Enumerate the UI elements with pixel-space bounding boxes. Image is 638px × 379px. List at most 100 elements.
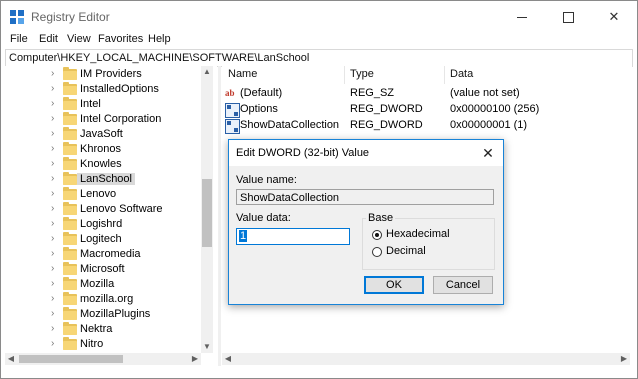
folder-icon xyxy=(63,142,77,155)
folder-icon xyxy=(63,82,77,95)
decimal-label[interactable]: Decimal xyxy=(386,245,426,257)
chevron-right-icon[interactable]: › xyxy=(51,203,61,215)
tree-item[interactable]: › InstalledOptions xyxy=(5,82,205,97)
tree-item-label: Intel xyxy=(80,98,101,110)
menu-file[interactable]: File xyxy=(10,33,28,45)
tree-item[interactable]: › MozillaPlugins xyxy=(5,307,205,322)
value-data: 0x00000100 (256) xyxy=(450,103,540,115)
dialog-close-button[interactable]: ✕ xyxy=(473,140,503,166)
tree-item-label: Khronos xyxy=(80,143,121,155)
folder-icon xyxy=(63,337,77,350)
tree-item-label: Nitro xyxy=(80,338,104,350)
chevron-right-icon[interactable]: › xyxy=(51,308,61,320)
key-tree[interactable]: › IM Providers › InstalledOptions › Intel › Int… xyxy=(5,66,217,366)
tree-item-label: InstalledOptions xyxy=(80,83,159,95)
chevron-right-icon[interactable]: › xyxy=(51,68,61,80)
ok-button[interactable]: OK xyxy=(364,276,424,294)
chevron-right-icon[interactable]: › xyxy=(51,338,61,350)
chevron-right-icon[interactable]: › xyxy=(51,143,61,155)
column-header-data[interactable]: Data xyxy=(450,68,473,80)
menu-favorites[interactable]: Favorites xyxy=(98,33,143,45)
value-name: Options xyxy=(240,103,278,115)
cancel-button[interactable]: Cancel xyxy=(433,276,493,294)
tree-item-label: LanSchool xyxy=(77,173,135,185)
registry-editor-icon xyxy=(10,10,24,24)
chevron-right-icon[interactable]: › xyxy=(51,158,61,170)
close-button[interactable]: ✕ xyxy=(591,1,637,33)
base-label: Base xyxy=(366,212,396,224)
tree-item[interactable]: › Logishrd xyxy=(5,217,205,232)
binary-value-icon xyxy=(225,103,240,118)
chevron-right-icon[interactable]: › xyxy=(51,218,61,230)
menu-help[interactable]: Help xyxy=(148,33,171,45)
chevron-right-icon[interactable]: › xyxy=(51,323,61,335)
scroll-up-icon[interactable]: ▲ xyxy=(201,66,213,78)
value-type: REG_DWORD xyxy=(350,119,423,131)
tree-vertical-scrollbar[interactable]: ▲ ▼ xyxy=(201,66,213,353)
chevron-right-icon[interactable]: › xyxy=(51,173,61,185)
tree-item[interactable]: › mozilla.org xyxy=(5,292,205,307)
menu-view[interactable]: View xyxy=(67,33,91,45)
chevron-right-icon[interactable]: › xyxy=(51,128,61,140)
scroll-left-icon[interactable]: ◀ xyxy=(222,353,234,365)
values-horizontal-scrollbar[interactable]: ◀ ▶ xyxy=(222,353,630,365)
scroll-left-icon[interactable]: ◀ xyxy=(5,353,17,365)
folder-icon xyxy=(63,127,77,140)
tree-item[interactable]: › Mozilla xyxy=(5,277,205,292)
value-name-text: ShowDataCollection xyxy=(240,192,340,204)
column-header-type[interactable]: Type xyxy=(350,68,374,80)
menu-edit[interactable]: Edit xyxy=(39,33,58,45)
scroll-right-icon[interactable]: ▶ xyxy=(618,353,630,365)
tree-item[interactable]: › Lenovo Software xyxy=(5,202,205,217)
value-name: ShowDataCollection xyxy=(240,119,340,131)
address-bar[interactable]: Computer\HKEY_LOCAL_MACHINE\SOFTWARE\Lan… xyxy=(5,49,633,67)
tree-item[interactable]: › LanSchool xyxy=(5,172,205,187)
tree-horizontal-scrollbar[interactable]: ◀ ▶ xyxy=(5,353,201,365)
tree-item[interactable]: › Lenovo xyxy=(5,187,205,202)
tree-item[interactable]: › Nitro xyxy=(5,337,205,352)
value-data-input[interactable]: 1 xyxy=(236,228,350,245)
tree-item[interactable]: › Microsoft xyxy=(5,262,205,277)
chevron-right-icon[interactable]: › xyxy=(51,293,61,305)
scrollbar-thumb[interactable] xyxy=(202,179,212,247)
address-path: Computer\HKEY_LOCAL_MACHINE\SOFTWARE\Lan… xyxy=(9,52,310,64)
decimal-radio[interactable] xyxy=(372,247,382,257)
tree-item[interactable]: › Khronos xyxy=(5,142,205,157)
value-row[interactable]: ShowDataCollection REG_DWORD 0x00000001 … xyxy=(222,118,622,134)
pane-splitter[interactable] xyxy=(218,66,221,366)
tree-item[interactable]: › JavaSoft xyxy=(5,127,205,142)
scroll-down-icon[interactable]: ▼ xyxy=(201,341,213,353)
tree-item[interactable]: › Macromedia xyxy=(5,247,205,262)
tree-item-label: Logitech xyxy=(80,233,122,245)
column-divider[interactable] xyxy=(344,66,345,84)
minimize-button[interactable] xyxy=(499,1,545,33)
chevron-right-icon[interactable]: › xyxy=(51,278,61,290)
value-row[interactable]: Options REG_DWORD 0x00000100 (256) xyxy=(222,102,622,118)
maximize-button[interactable] xyxy=(545,1,591,33)
value-row[interactable]: ab (Default) REG_SZ (value not set) xyxy=(222,86,622,102)
tree-item[interactable]: › Intel Corporation xyxy=(5,112,205,127)
scroll-right-icon[interactable]: ▶ xyxy=(189,353,201,365)
tree-item[interactable]: › Nektra xyxy=(5,322,205,337)
hexadecimal-label[interactable]: Hexadecimal xyxy=(386,228,450,240)
tree-item[interactable]: › Logitech xyxy=(5,232,205,247)
chevron-right-icon[interactable]: › xyxy=(51,188,61,200)
scrollbar-thumb[interactable] xyxy=(19,355,123,363)
chevron-right-icon[interactable]: › xyxy=(51,248,61,260)
chevron-right-icon[interactable]: › xyxy=(51,83,61,95)
value-data-text: 1 xyxy=(239,230,248,242)
chevron-right-icon[interactable]: › xyxy=(51,233,61,245)
tree-item[interactable]: › IM Providers xyxy=(5,67,205,82)
column-header-name[interactable]: Name xyxy=(228,68,257,80)
tree-item[interactable]: › Knowles xyxy=(5,157,205,172)
chevron-right-icon[interactable]: › xyxy=(51,113,61,125)
tree-item-label: Intel Corporation xyxy=(80,113,162,125)
chevron-right-icon[interactable]: › xyxy=(51,98,61,110)
folder-icon xyxy=(63,112,77,125)
value-type: REG_SZ xyxy=(350,87,395,99)
column-divider[interactable] xyxy=(444,66,445,84)
tree-item[interactable]: › Intel xyxy=(5,97,205,112)
hexadecimal-radio[interactable] xyxy=(372,230,382,240)
chevron-right-icon[interactable]: › xyxy=(51,263,61,275)
folder-icon xyxy=(63,217,77,230)
